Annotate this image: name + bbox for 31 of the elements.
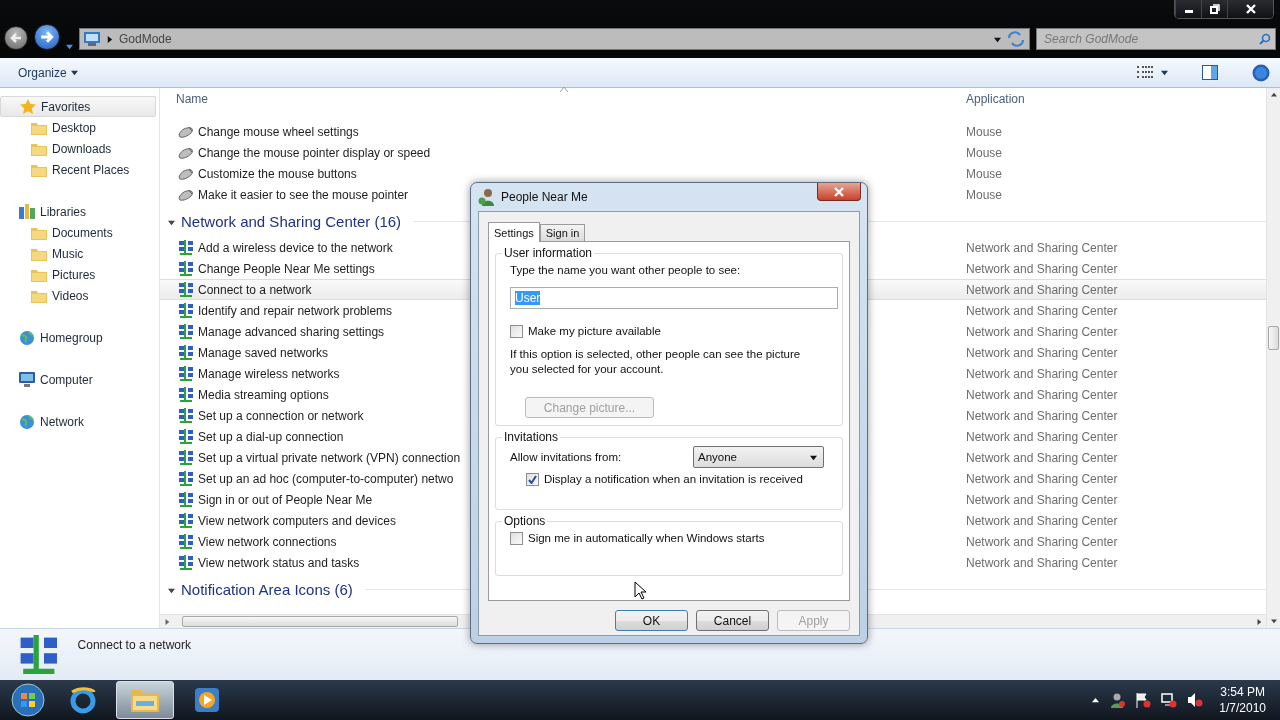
dialog-title: People Near Me xyxy=(501,190,588,204)
group-label: User information xyxy=(503,246,594,260)
application-name: Network and Sharing Center xyxy=(966,282,1118,297)
application-name: Network and Sharing Center xyxy=(966,429,1118,444)
prompt-text: Type the name you want other people to see: xyxy=(510,263,742,278)
application-name: Network and Sharing Center xyxy=(966,366,1118,381)
checkbox-label: Sign me in automatically when Windows starts xyxy=(528,531,765,546)
group-label: Invitations xyxy=(503,430,560,444)
application-name: Mouse xyxy=(966,166,1003,181)
application-name: Mouse xyxy=(966,124,1003,139)
application-name: Network and Sharing Center xyxy=(966,408,1118,423)
application-name: Network and Sharing Center xyxy=(966,387,1118,402)
group-label: Options xyxy=(503,514,547,528)
application-name: Network and Sharing Center xyxy=(966,450,1118,465)
description-text: If this option is selected, other people can see the picture you selected for your account. xyxy=(510,347,802,377)
application-name: Network and Sharing Center xyxy=(966,303,1118,318)
application-name: Network and Sharing Center xyxy=(966,534,1118,549)
application-name: Network and Sharing Center xyxy=(966,240,1118,255)
application-name: Network and Sharing Center xyxy=(966,261,1118,276)
application-name: Network and Sharing Center xyxy=(966,345,1118,360)
checkbox-label: Display a notification when an invitation is received xyxy=(544,472,803,487)
application-name: Network and Sharing Center xyxy=(966,555,1118,570)
application-name: Network and Sharing Center xyxy=(966,324,1118,339)
application-name: Network and Sharing Center xyxy=(966,471,1118,486)
application-name: Mouse xyxy=(966,145,1003,160)
application-name: Network and Sharing Center xyxy=(966,492,1118,507)
application-name: Network and Sharing Center xyxy=(966,513,1118,528)
field-label: Allow invitations from: xyxy=(510,449,622,465)
checkbox-label: Make my picture available xyxy=(528,324,661,339)
details-title: Connect to a network xyxy=(77,638,191,652)
application-name: Mouse xyxy=(966,187,1003,202)
